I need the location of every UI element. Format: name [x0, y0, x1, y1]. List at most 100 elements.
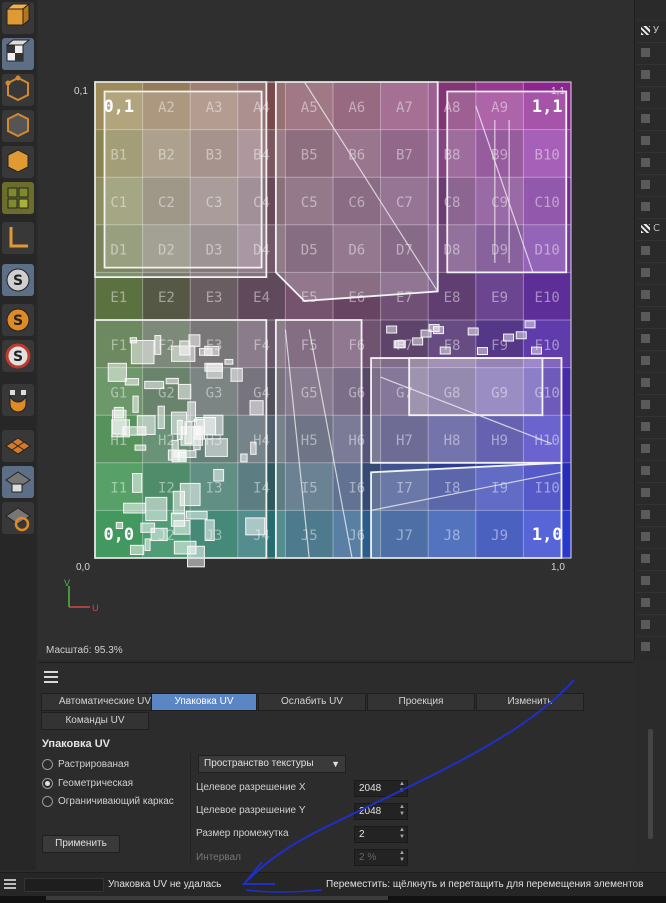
method-geometric[interactable]: Геометрическая — [42, 778, 133, 789]
object-list-item[interactable] — [637, 482, 666, 502]
status-bar: Упаковка UV не удалась Переместить: щёлк… — [0, 872, 666, 896]
object-list-item[interactable] — [637, 328, 666, 348]
object-type-icon — [641, 26, 650, 35]
object-list-item[interactable] — [637, 460, 666, 480]
object-list-item[interactable] — [637, 174, 666, 194]
uv-island — [274, 319, 363, 559]
object-list-item[interactable] — [637, 130, 666, 150]
status-menu-icon[interactable] — [4, 879, 16, 889]
method-rasterized[interactable]: Растрированая — [42, 759, 129, 770]
axis-icon[interactable] — [2, 222, 34, 254]
uv-texture-canvas[interactable]: 0,1 A2 A3 A4 A5 A6 A7 A8 A9 1,1B1 B2 B3 B4 B5 B6 B7 B8 B9… — [38, 0, 634, 660]
object-list-item[interactable] — [637, 394, 666, 414]
menu-icon[interactable] — [44, 671, 58, 683]
object-list-item[interactable] — [637, 636, 666, 656]
object-list-item[interactable] — [637, 284, 666, 304]
uv-rotate-icon[interactable] — [2, 502, 34, 534]
spinner-icon[interactable]: ▲ ▼ — [399, 804, 405, 818]
interval-value: 2 % — [359, 852, 377, 863]
uv-island — [103, 90, 263, 269]
uv-island-small — [250, 441, 257, 455]
uv-island-small — [199, 347, 213, 356]
object-list-item[interactable] — [637, 350, 666, 370]
magnet-icon[interactable] — [2, 384, 34, 416]
uv-lock-icon[interactable] — [2, 466, 34, 498]
points-mode-icon[interactable] — [2, 74, 34, 106]
section-title: Упаковка UV — [42, 738, 110, 750]
polygons-mode-icon[interactable] — [2, 146, 34, 178]
object-type-icon — [641, 356, 650, 365]
method-label: Растрированая — [58, 759, 130, 770]
object-type-icon — [641, 136, 650, 145]
uv-polygons-icon[interactable] — [2, 182, 34, 214]
uv-island-small — [173, 520, 191, 535]
target-res-x-field[interactable]: 2048 ▲ ▼ — [354, 780, 408, 797]
object-list-item[interactable] — [637, 240, 666, 260]
object-type-icon — [641, 510, 650, 519]
uv-island-small — [115, 521, 124, 530]
uv-cell-label: E3 — [206, 290, 223, 306]
method-bounding-box[interactable]: Ограничивающий каркас — [42, 796, 174, 807]
edges-mode-icon[interactable] — [2, 110, 34, 142]
object-list-item[interactable] — [637, 262, 666, 282]
object-list-item[interactable] — [637, 306, 666, 326]
checker-cube-icon[interactable] — [2, 38, 34, 70]
tab-transform[interactable]: Изменить — [476, 693, 584, 711]
cube-orange-icon[interactable] — [2, 2, 34, 34]
target-res-y-field[interactable]: 2048 ▲ ▼ — [354, 803, 408, 820]
tab-uv-commands[interactable]: Команды UV — [41, 712, 149, 730]
radio-icon[interactable] — [42, 759, 53, 770]
object-type-icon — [641, 334, 650, 343]
tab-projection[interactable]: Проекция — [367, 693, 475, 711]
uv-island-small — [129, 544, 145, 556]
object-list-item[interactable] — [637, 152, 666, 172]
object-list-item[interactable] — [637, 196, 666, 216]
uv-grid-icon[interactable] — [2, 430, 34, 462]
radio-icon[interactable] — [42, 796, 53, 807]
right-object-panel: УС — [634, 0, 666, 660]
uv-island-small — [394, 340, 406, 349]
uv-island-small — [173, 450, 197, 458]
uv-viewport[interactable]: 0,1 A2 A3 A4 A5 A6 A7 A8 A9 1,1 B1 B2 B3 B4 B5 B6 B7 B8 B9… — [38, 0, 634, 660]
panel-scrollbar[interactable] — [648, 729, 653, 839]
uv-island-small — [245, 517, 266, 536]
object-list-item[interactable] — [637, 416, 666, 436]
uv-island-small — [412, 337, 424, 346]
object-list-item[interactable]: У — [637, 20, 666, 40]
object-type-icon — [641, 180, 650, 189]
spinner-icon[interactable]: ▲ ▼ — [399, 827, 405, 841]
object-name: С — [653, 223, 660, 234]
object-list-item[interactable] — [637, 504, 666, 524]
object-list-item[interactable] — [637, 548, 666, 568]
object-list-item[interactable] — [637, 614, 666, 634]
object-list-item[interactable] — [637, 42, 666, 62]
spinner-icon[interactable]: ▲ ▼ — [399, 781, 405, 795]
object-name: У — [653, 25, 660, 36]
snap-s-red-icon[interactable]: S — [2, 340, 34, 372]
tab-uv-packing[interactable]: Упаковка UV — [151, 693, 257, 711]
snap-s-icon[interactable]: S — [2, 264, 34, 296]
object-list-item[interactable] — [637, 86, 666, 106]
status-message: Упаковка UV не удалась — [108, 879, 222, 890]
object-list-item[interactable] — [637, 108, 666, 128]
object-list-item[interactable]: С — [637, 218, 666, 238]
tab-relax-uv[interactable]: Ослабить UV — [258, 693, 366, 711]
object-type-icon — [641, 312, 650, 321]
snap-s-orange-icon[interactable]: S — [2, 304, 34, 336]
object-list-item[interactable] — [637, 372, 666, 392]
uv-island-small — [132, 473, 143, 493]
tab-auto-uv[interactable]: Автоматические UV — [41, 693, 169, 711]
uv-island-small — [224, 358, 234, 365]
object-list-item[interactable] — [637, 592, 666, 612]
uv-island-small — [439, 346, 451, 355]
object-list-item[interactable] — [637, 64, 666, 84]
object-list-item[interactable] — [637, 438, 666, 458]
apply-button[interactable]: Применить — [42, 835, 120, 853]
gap-size-field[interactable]: 2 ▲ ▼ — [354, 826, 408, 843]
object-list-item[interactable] — [637, 570, 666, 590]
uv-island-small — [187, 401, 197, 422]
texture-space-select[interactable]: Пространство текстуры ▼ — [198, 755, 346, 773]
object-type-icon — [641, 92, 650, 101]
radio-selected-icon[interactable] — [42, 778, 53, 789]
object-list-item[interactable] — [637, 526, 666, 546]
